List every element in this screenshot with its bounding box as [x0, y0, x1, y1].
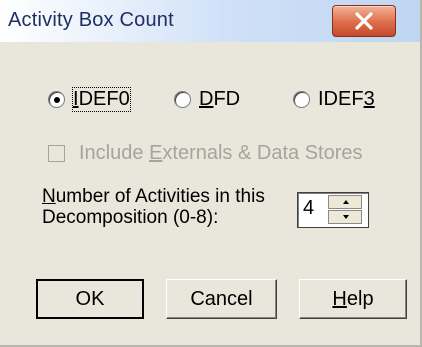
close-button[interactable] [332, 5, 396, 37]
activities-count-spinner[interactable]: 4 [297, 192, 369, 228]
spin-down-button[interactable] [328, 210, 362, 224]
activities-count-label: Number of Activities in this Decompositi… [42, 186, 265, 228]
activity-box-count-dialog: Activity Box Count IDEF0 DFD IDEF3 Inclu… [0, 0, 422, 347]
help-button[interactable]: Help [299, 279, 407, 319]
radio-idef3-label: IDEF3 [318, 88, 375, 110]
radio-dfd-label: DFD [199, 88, 241, 110]
dialog-body: IDEF0 DFD IDEF3 Include Externals & Data… [0, 42, 420, 345]
radio-circle [174, 91, 191, 108]
activities-count-value[interactable]: 4 [303, 197, 314, 220]
radio-circle [293, 91, 310, 108]
checkbox-box [48, 145, 65, 162]
arrow-up-icon [343, 200, 349, 204]
radio-circle [48, 91, 65, 108]
arrow-down-icon [343, 215, 349, 219]
title-bar[interactable]: Activity Box Count [0, 0, 420, 42]
cancel-button[interactable]: Cancel [166, 279, 277, 319]
ok-button[interactable]: OK [36, 279, 144, 319]
close-icon [355, 12, 373, 30]
radio-selected-dot [54, 97, 60, 103]
spin-up-button[interactable] [328, 195, 362, 209]
include-externals-label: Include Externals & Data Stores [79, 142, 363, 164]
dialog-title: Activity Box Count [8, 9, 174, 31]
radio-idef0-label: IDEF0 [72, 87, 131, 112]
